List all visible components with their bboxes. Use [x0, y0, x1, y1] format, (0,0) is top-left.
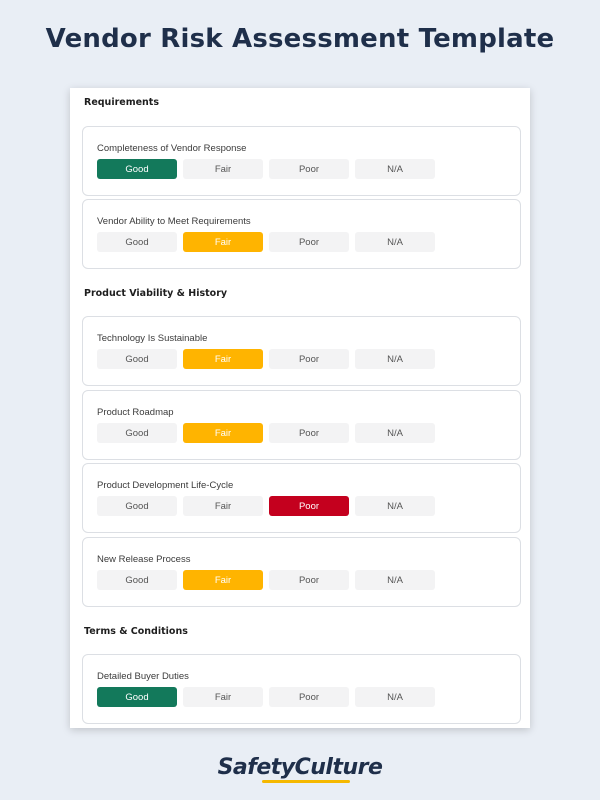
response-options: Good Fair Poor N/A: [97, 349, 435, 369]
option-good-button[interactable]: Good: [97, 687, 177, 707]
option-good-button[interactable]: Good: [97, 496, 177, 516]
question-label: Vendor Ability to Meet Requirements: [97, 216, 251, 227]
question-card: Product Roadmap Good Fair Poor N/A: [82, 390, 521, 460]
question-label: Product Roadmap: [97, 407, 174, 418]
option-poor-button[interactable]: Poor: [269, 159, 349, 179]
option-na-button[interactable]: N/A: [355, 159, 435, 179]
option-fair-button[interactable]: Fair: [183, 570, 263, 590]
option-poor-button[interactable]: Poor: [269, 232, 349, 252]
option-fair-button[interactable]: Fair: [183, 349, 263, 369]
option-good-button[interactable]: Good: [97, 232, 177, 252]
response-options: Good Fair Poor N/A: [97, 687, 435, 707]
option-poor-button[interactable]: Poor: [269, 423, 349, 443]
page-title: Vendor Risk Assessment Template: [45, 24, 555, 54]
question-label: Detailed Buyer Duties: [97, 671, 189, 682]
question-card: Product Development Life-Cycle Good Fair…: [82, 463, 521, 533]
response-options: Good Fair Poor N/A: [97, 496, 435, 516]
option-poor-button[interactable]: Poor: [269, 496, 349, 516]
option-good-button[interactable]: Good: [97, 423, 177, 443]
response-options: Good Fair Poor N/A: [97, 159, 435, 179]
option-poor-button[interactable]: Poor: [269, 687, 349, 707]
question-card: New Release Process Good Fair Poor N/A: [82, 537, 521, 607]
option-na-button[interactable]: N/A: [355, 232, 435, 252]
question-card: Detailed Buyer Duties Good Fair Poor N/A: [82, 654, 521, 724]
brand-underline: [262, 780, 350, 783]
question-label: Technology Is Sustainable: [97, 333, 208, 344]
option-na-button[interactable]: N/A: [355, 423, 435, 443]
question-label: Product Development Life-Cycle: [97, 480, 234, 491]
assessment-form: Requirements Completeness of Vendor Resp…: [70, 88, 530, 728]
option-poor-button[interactable]: Poor: [269, 570, 349, 590]
option-fair-button[interactable]: Fair: [183, 423, 263, 443]
question-label: New Release Process: [97, 554, 191, 565]
question-label: Completeness of Vendor Response: [97, 143, 247, 154]
option-na-button[interactable]: N/A: [355, 349, 435, 369]
question-card: Technology Is Sustainable Good Fair Poor…: [82, 316, 521, 386]
option-good-button[interactable]: Good: [97, 349, 177, 369]
option-fair-button[interactable]: Fair: [183, 159, 263, 179]
response-options: Good Fair Poor N/A: [97, 232, 435, 252]
option-good-button[interactable]: Good: [97, 570, 177, 590]
section-title-requirements: Requirements: [84, 97, 160, 108]
option-na-button[interactable]: N/A: [355, 496, 435, 516]
option-na-button[interactable]: N/A: [355, 687, 435, 707]
option-fair-button[interactable]: Fair: [183, 232, 263, 252]
option-na-button[interactable]: N/A: [355, 570, 435, 590]
question-card: Vendor Ability to Meet Requirements Good…: [82, 199, 521, 269]
brand-logo: SafetyCulture: [217, 755, 383, 780]
section-title-product-viability: Product Viability & History: [84, 288, 228, 299]
option-fair-button[interactable]: Fair: [183, 687, 263, 707]
response-options: Good Fair Poor N/A: [97, 423, 435, 443]
option-poor-button[interactable]: Poor: [269, 349, 349, 369]
option-fair-button[interactable]: Fair: [183, 496, 263, 516]
option-good-button[interactable]: Good: [97, 159, 177, 179]
section-title-terms-conditions: Terms & Conditions: [84, 626, 188, 637]
response-options: Good Fair Poor N/A: [97, 570, 435, 590]
question-card: Completeness of Vendor Response Good Fai…: [82, 126, 521, 196]
